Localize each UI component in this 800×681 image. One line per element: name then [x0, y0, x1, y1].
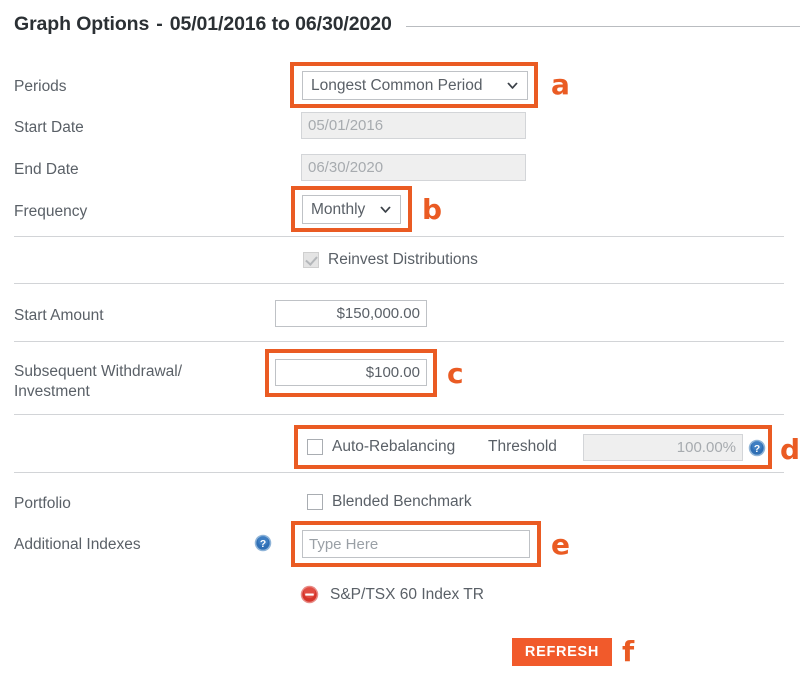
start-amount-label: Start Amount [14, 307, 104, 324]
end-date-label: End Date [14, 161, 79, 178]
divider-4 [14, 414, 784, 415]
auto-rebalancing-label: Auto-Rebalancing [332, 438, 456, 455]
reinvest-distributions-row[interactable]: Reinvest Distributions [303, 251, 478, 269]
divider-5 [14, 472, 784, 473]
annotation-f: f [622, 635, 635, 668]
blended-benchmark-checkbox[interactable] [307, 494, 323, 510]
chevron-down-icon [507, 82, 518, 89]
portfolio-label: Portfolio [14, 495, 71, 512]
help-icon[interactable]: ? [748, 439, 766, 457]
divider-1 [14, 236, 784, 237]
divider-2 [14, 283, 784, 284]
annotation-d: d [780, 433, 800, 466]
annotation-c: c [447, 357, 464, 390]
title-rule [405, 25, 800, 27]
periods-select[interactable]: Longest Common Period [302, 71, 528, 100]
reinvest-distributions-checkbox [303, 252, 319, 268]
page-title-text: Graph Options [14, 13, 150, 35]
end-date-input[interactable] [301, 154, 526, 181]
selected-index-name: S&P/TSX 60 Index TR [330, 585, 484, 603]
divider-3 [14, 341, 784, 342]
svg-text:?: ? [260, 539, 266, 550]
frequency-label: Frequency [14, 203, 88, 220]
periods-select-value: Longest Common Period [311, 76, 483, 94]
start-date-input[interactable] [301, 112, 526, 139]
frequency-select[interactable]: Monthly [302, 195, 401, 224]
svg-text:?: ? [754, 444, 760, 455]
graph-options-panel: Graph Options - 05/01/2016 to 06/30/2020… [0, 0, 800, 681]
additional-indexes-input[interactable] [302, 530, 530, 558]
refresh-button[interactable]: REFRESH [512, 638, 612, 666]
threshold-input[interactable] [583, 434, 743, 461]
page-title-date-range: 05/01/2016 to 06/30/2020 [169, 13, 392, 35]
reinvest-distributions-label: Reinvest Distributions [328, 251, 478, 268]
blended-benchmark-row[interactable]: Blended Benchmark [307, 493, 472, 511]
help-icon[interactable]: ? [254, 534, 272, 552]
remove-circle-icon[interactable] [300, 585, 319, 604]
threshold-label: Threshold [488, 438, 557, 455]
annotation-e: e [551, 528, 570, 561]
annotation-a: a [551, 68, 570, 101]
annotation-b: b [422, 193, 443, 226]
auto-rebalancing-row[interactable]: Auto-Rebalancing [307, 438, 455, 456]
start-date-label: Start Date [14, 119, 84, 136]
additional-indexes-label: Additional Indexes [14, 536, 141, 553]
periods-label: Periods [14, 78, 67, 95]
start-amount-input[interactable] [275, 300, 427, 327]
auto-rebalancing-checkbox[interactable] [307, 439, 323, 455]
chevron-down-icon [380, 206, 391, 213]
subsequent-withdrawal-label: Subsequent Withdrawal/ Investment [14, 363, 183, 400]
frequency-select-value: Monthly [311, 200, 366, 218]
blended-benchmark-label: Blended Benchmark [332, 493, 472, 510]
page-title-separator: - [156, 13, 163, 35]
page-title: Graph Options - 05/01/2016 to 06/30/2020 [14, 13, 800, 36]
selected-index-row: S&P/TSX 60 Index TR [300, 585, 484, 604]
subsequent-withdrawal-input[interactable] [275, 359, 427, 386]
